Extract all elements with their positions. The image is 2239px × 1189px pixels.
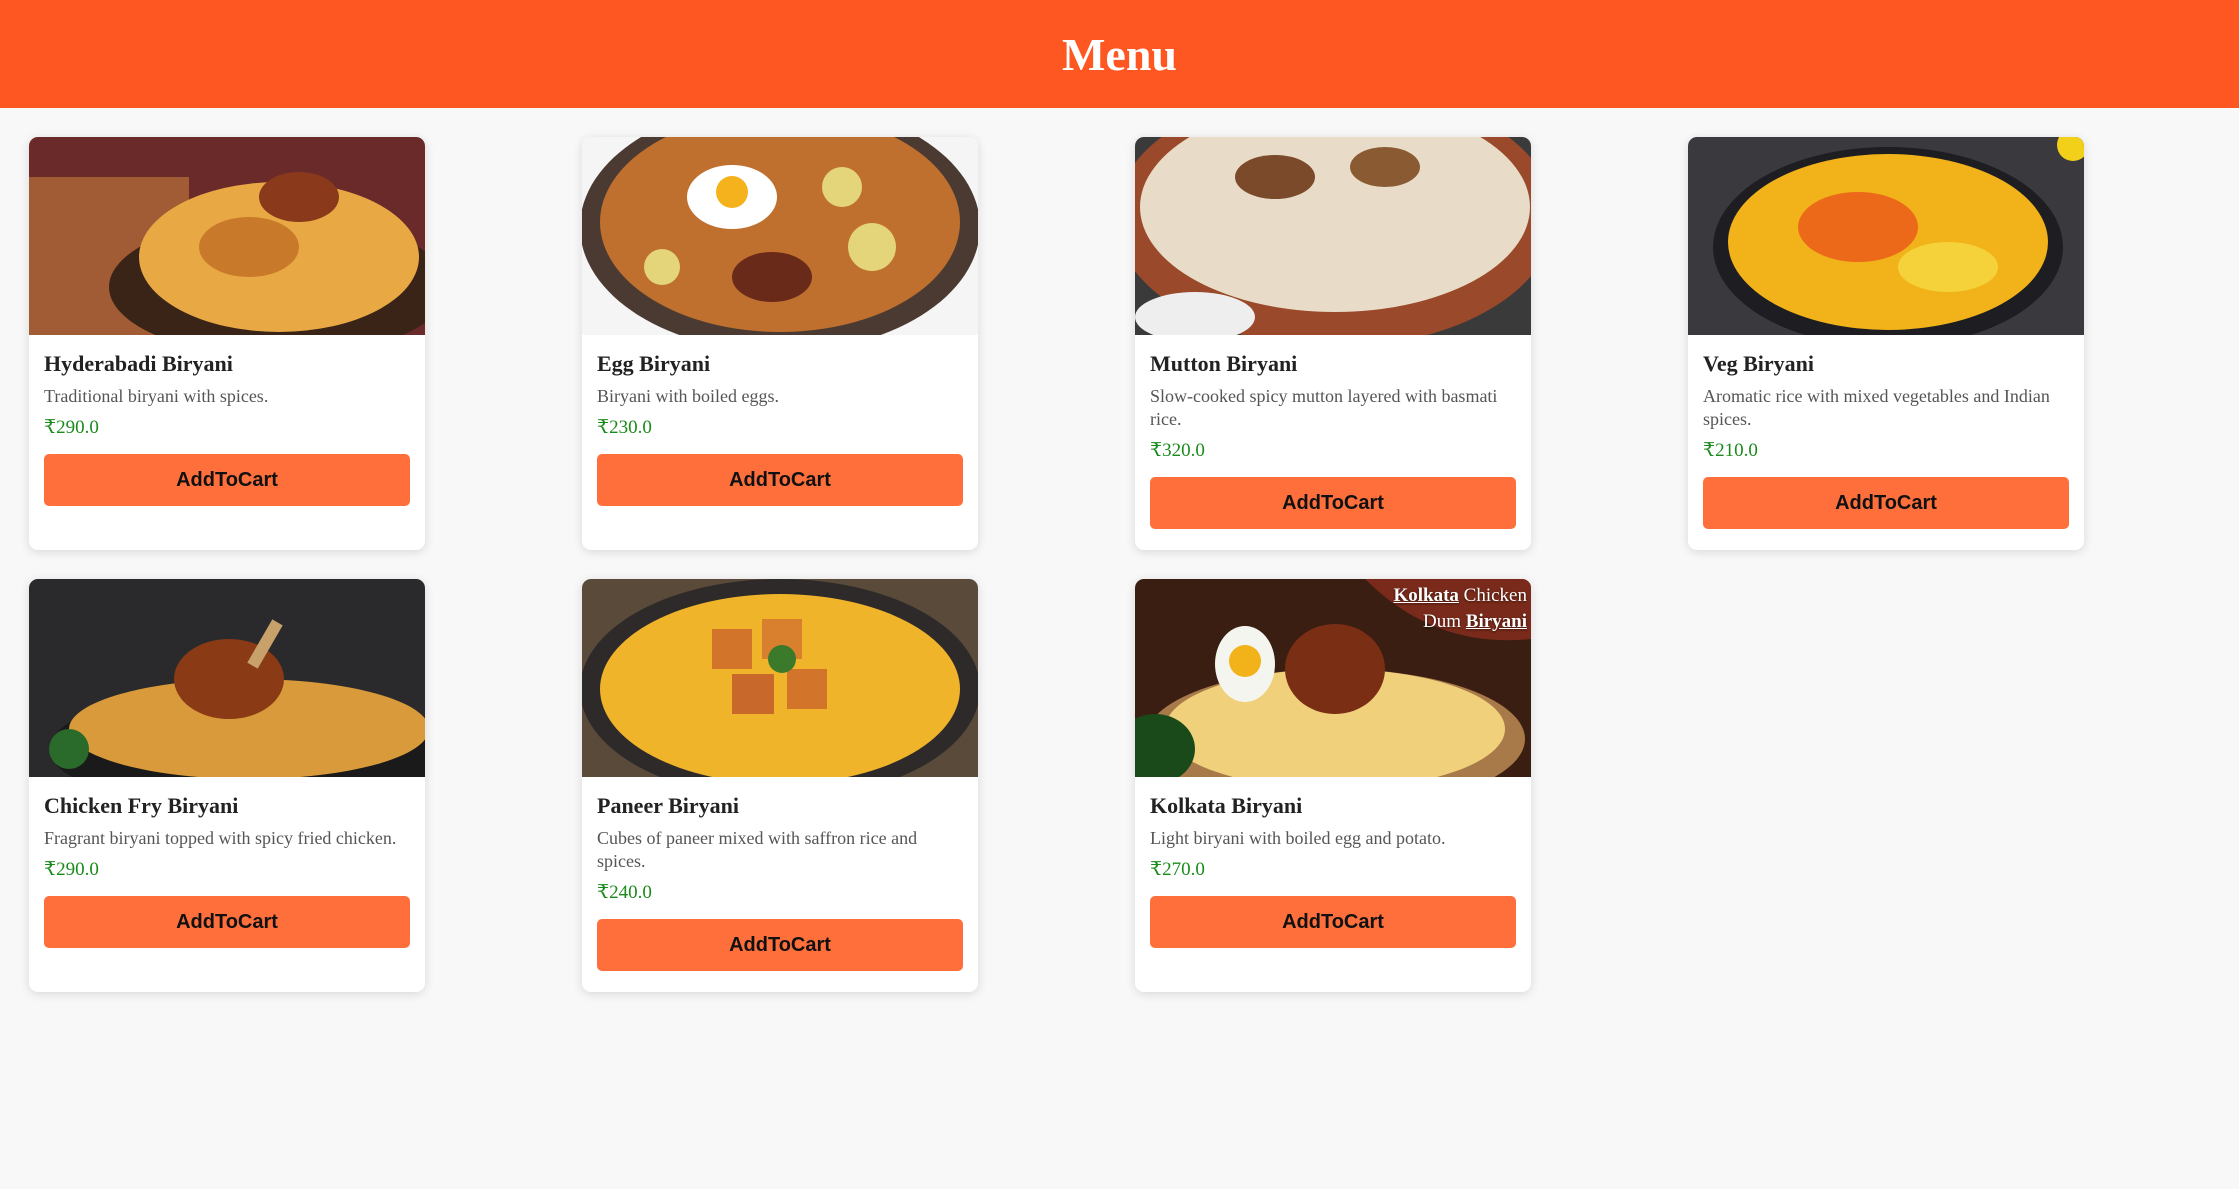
item-name: Paneer Biryani xyxy=(597,793,739,818)
item-name: Chicken Fry Biryani xyxy=(44,793,239,818)
menu-grid: Hyderabadi Biryani Traditional biryani w… xyxy=(0,108,2239,992)
item-price: ₹290.0 xyxy=(44,417,99,438)
menu-card: Veg Biryani Aromatic rice with mixed veg… xyxy=(1688,137,2084,550)
add-to-cart-button[interactable]: AddToCart xyxy=(597,919,963,971)
add-to-cart-button[interactable]: AddToCart xyxy=(44,454,410,506)
menu-card: Hyderabadi Biryani Traditional biryani w… xyxy=(29,137,425,550)
item-name: Kolkata Biryani xyxy=(1150,793,1303,818)
item-name: Egg Biryani xyxy=(597,351,711,376)
add-to-cart-button[interactable]: AddToCart xyxy=(44,896,410,948)
veg-biryani-image xyxy=(1688,137,2084,335)
item-price: ₹240.0 xyxy=(597,882,652,903)
add-to-cart-button[interactable]: AddToCart xyxy=(597,454,963,506)
kolkata-biryani-image: Kolkata Chicken Dum Biryani xyxy=(1135,579,1531,777)
menu-card: Paneer Biryani Cubes of paneer mixed wit… xyxy=(582,579,978,992)
item-price: ₹290.0 xyxy=(44,859,99,880)
item-price: ₹320.0 xyxy=(1150,440,1205,461)
item-description: Biryani with boiled eggs. xyxy=(597,386,779,406)
add-to-cart-button[interactable]: AddToCart xyxy=(1703,477,2069,529)
menu-card: Kolkata Chicken Dum Biryani Kolkata Biry… xyxy=(1135,579,1531,992)
chicken-fry-biryani-image xyxy=(29,579,425,777)
add-to-cart-button[interactable]: AddToCart xyxy=(1150,896,1516,948)
item-name: Hyderabadi Biryani xyxy=(44,351,233,376)
item-price: ₹270.0 xyxy=(1150,859,1205,880)
menu-card: Egg Biryani Biryani with boiled eggs. ₹2… xyxy=(582,137,978,550)
add-to-cart-button[interactable]: AddToCart xyxy=(1150,477,1516,529)
item-name: Veg Biryani xyxy=(1703,351,1815,376)
menu-card: Mutton Biryani Slow-cooked spicy mutton … xyxy=(1135,137,1531,550)
item-description: Light biryani with boiled egg and potato… xyxy=(1150,828,1446,848)
paneer-biryani-image xyxy=(582,579,978,777)
item-description: Traditional biryani with spices. xyxy=(44,386,269,406)
mutton-biryani-image xyxy=(1135,137,1531,335)
item-description: Slow-cooked spicy mutton layered with ba… xyxy=(1150,386,1498,429)
page-header: Menu xyxy=(0,0,2239,108)
page-title: Menu xyxy=(1062,28,1177,80)
image-caption: Kolkata Chicken Dum Biryani xyxy=(1393,585,1527,632)
egg-biryani-image xyxy=(582,137,978,335)
item-name: Mutton Biryani xyxy=(1150,351,1298,376)
item-description: Aromatic rice with mixed vegetables and … xyxy=(1703,386,2050,429)
item-price: ₹230.0 xyxy=(597,417,652,438)
item-description: Cubes of paneer mixed with saffron rice … xyxy=(597,828,918,871)
item-description: Fragrant biryani topped with spicy fried… xyxy=(44,828,397,848)
menu-card: Chicken Fry Biryani Fragrant biryani top… xyxy=(29,579,425,992)
item-price: ₹210.0 xyxy=(1703,440,1758,461)
hyderabadi-biryani-image xyxy=(29,137,425,335)
